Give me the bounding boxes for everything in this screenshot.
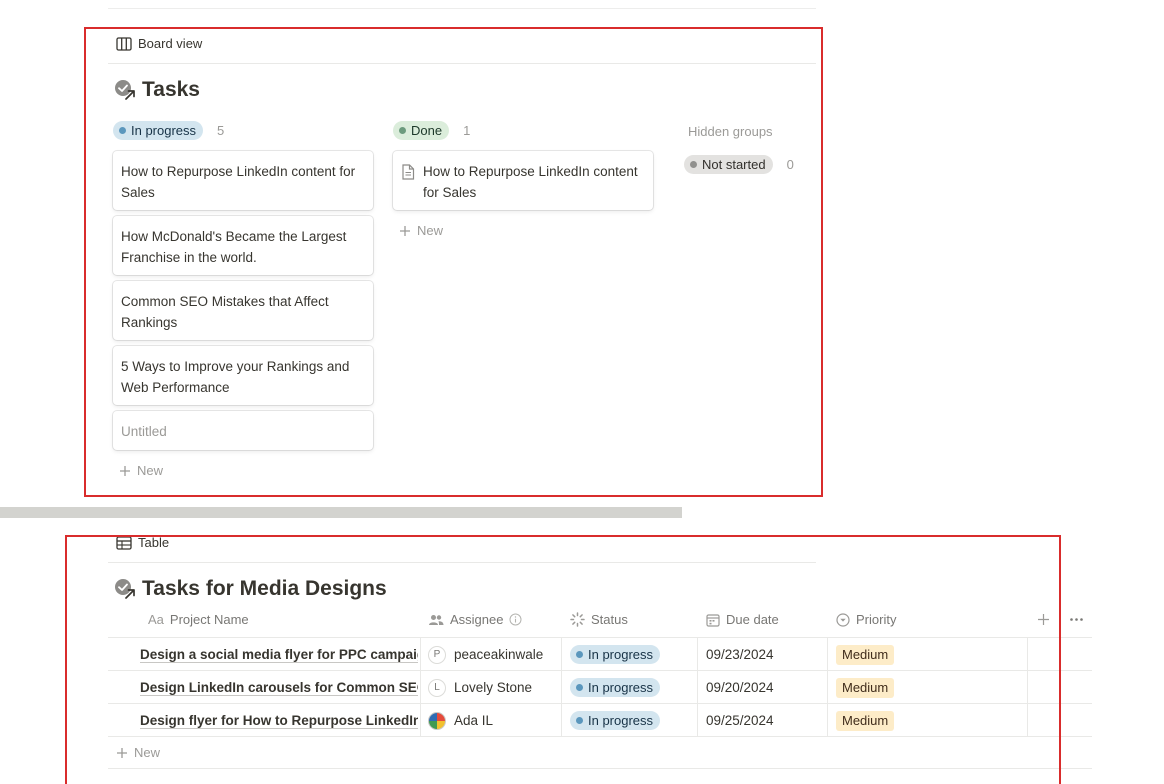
- highlight-box-board: [84, 27, 823, 497]
- highlight-box-table: [65, 535, 1061, 784]
- top-divider: [108, 8, 816, 9]
- section-separator: [0, 507, 682, 518]
- more-icon: [1070, 618, 1083, 621]
- more-options-button[interactable]: [1069, 613, 1084, 631]
